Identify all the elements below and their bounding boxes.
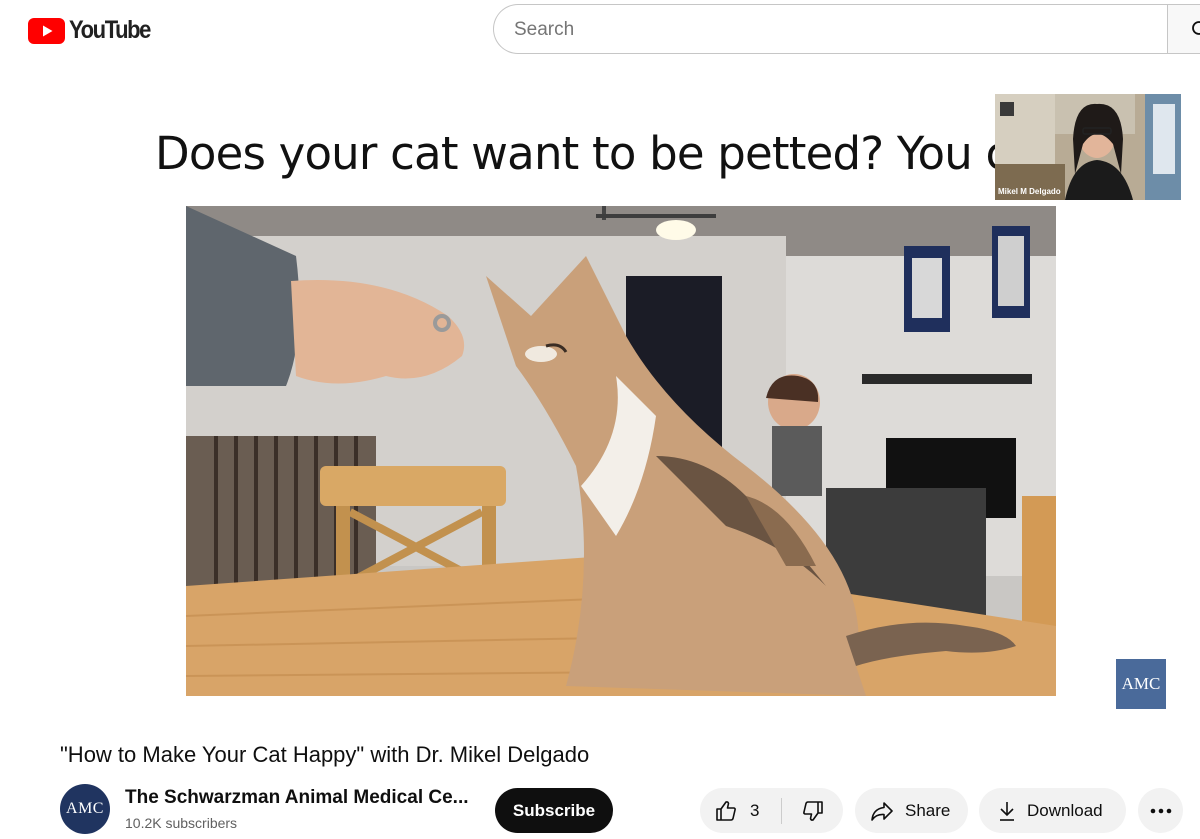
thumbs-down-icon [802, 800, 823, 821]
webcam-image [995, 94, 1181, 200]
amc-watermark: AMC [1116, 659, 1166, 709]
cat-photo [186, 206, 1056, 696]
download-label: Download [1027, 800, 1103, 820]
share-icon [871, 801, 893, 821]
top-bar: YouTube [0, 0, 1200, 60]
subscriber-count: 10.2K subscribers [125, 815, 238, 831]
share-button[interactable]: Share [855, 788, 968, 833]
search-icon [1192, 21, 1200, 35]
like-dislike-group: 3 [700, 788, 843, 833]
search-box[interactable] [493, 4, 1168, 54]
video-title: "How to Make Your Cat Happy" with Dr. Mi… [60, 742, 590, 767]
more-horizontal-icon [1150, 808, 1171, 813]
download-icon [1000, 801, 1014, 821]
search-input[interactable] [514, 17, 1134, 43]
logo-text: YouTube [69, 16, 151, 44]
subscribe-button[interactable]: Subscribe [495, 788, 613, 833]
dislike-button[interactable] [782, 788, 843, 833]
webcam-label: Mikel M Delgado [998, 187, 1061, 196]
video-player[interactable]: Does your cat want to be petted? You can… [0, 75, 1200, 725]
thumbs-up-icon [716, 800, 736, 821]
youtube-play-icon [28, 17, 65, 44]
more-actions-button[interactable] [1138, 788, 1183, 833]
webcam-inset: Mikel M Delgado [995, 94, 1181, 200]
search-button[interactable] [1167, 4, 1200, 54]
channel-avatar[interactable]: AMC [60, 784, 110, 834]
like-count: 3 [750, 800, 760, 820]
slide-title: Does your cat want to be petted? You can [155, 127, 1065, 180]
channel-name[interactable]: The Schwarzman Animal Medical Ce... [125, 787, 469, 809]
youtube-logo[interactable]: YouTube [28, 16, 161, 45]
like-button[interactable]: 3 [700, 788, 781, 833]
share-label: Share [905, 800, 951, 820]
cat-scene-image [186, 206, 1056, 696]
download-button[interactable]: Download [979, 788, 1126, 833]
